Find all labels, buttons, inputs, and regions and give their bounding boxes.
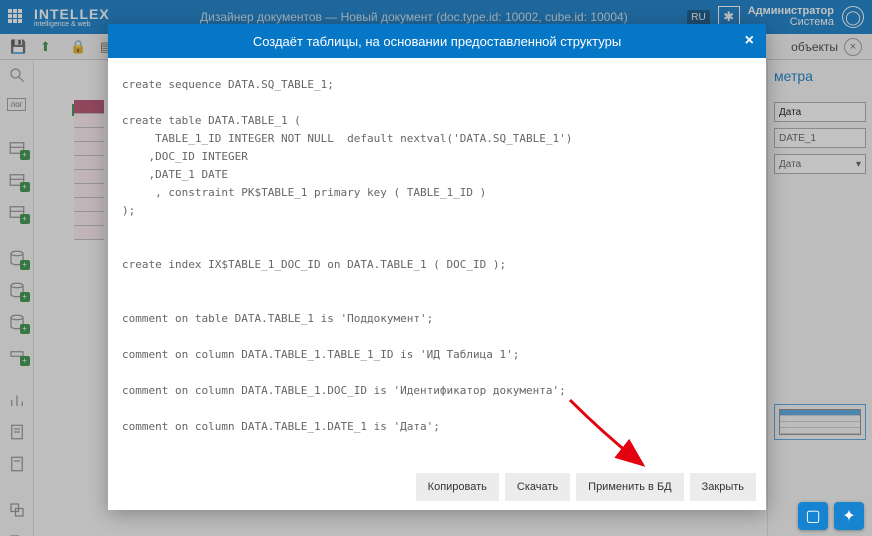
modal-title: Создаёт таблицы, на основании предоставл…: [253, 34, 621, 49]
floating-actions: ▢ ✦: [798, 502, 864, 530]
sql-content[interactable]: create sequence DATA.SQ_TABLE_1; create …: [108, 58, 766, 464]
idea-fab-icon[interactable]: ✦: [834, 502, 864, 530]
modal-header: Создаёт таблицы, на основании предоставл…: [108, 24, 766, 58]
chat-fab-icon[interactable]: ▢: [798, 502, 828, 530]
modal-footer: Копировать Скачать Применить в БД Закрыт…: [108, 464, 766, 510]
copy-button[interactable]: Копировать: [416, 473, 499, 501]
download-button[interactable]: Скачать: [505, 473, 570, 501]
sql-modal: Создаёт таблицы, на основании предоставл…: [108, 24, 766, 510]
apply-db-button[interactable]: Применить в БД: [576, 473, 683, 501]
close-button[interactable]: Закрыть: [690, 473, 756, 501]
modal-close-icon[interactable]: ×: [745, 32, 754, 50]
